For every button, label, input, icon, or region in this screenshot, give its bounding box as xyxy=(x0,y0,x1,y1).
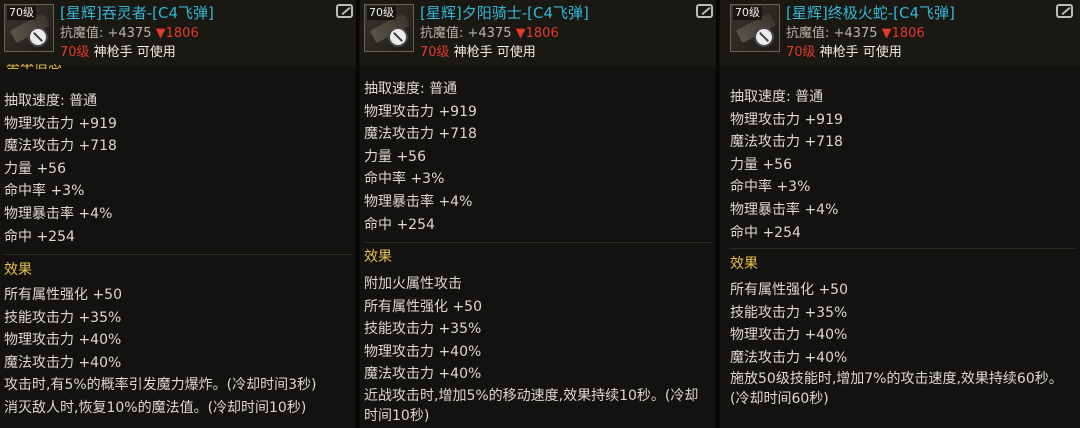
required-level: 70级 xyxy=(420,45,450,60)
effect-line: 物理攻击力 +40% xyxy=(364,343,482,360)
divider xyxy=(4,254,352,255)
stat-line: 物理暴击率 +4% xyxy=(4,205,113,222)
compare-icon[interactable] xyxy=(696,4,713,18)
stat-list: 抽取速度: 普通 物理攻击力 +919 魔法攻击力 +718 力量 +56 命中… xyxy=(364,78,712,236)
stat-line: 物理暴击率 +4% xyxy=(364,193,473,210)
prohibited-icon xyxy=(754,27,774,47)
stat-line: 力量 +56 xyxy=(730,156,792,173)
effect-title: 效果 xyxy=(4,262,32,278)
compare-icon[interactable] xyxy=(1056,4,1073,18)
tooltip-header: 70级 [星辉]终极火蛇-[C4飞弹] 抗魔值: +4375 ▼1806 70级… xyxy=(720,0,1080,66)
effect-title: 效果 xyxy=(364,249,392,265)
title-tag: [星辉] xyxy=(60,4,102,22)
effect-line: 魔法攻击力 +40% xyxy=(730,349,848,366)
stat-line: 抽取速度: 普通 xyxy=(730,89,824,105)
stat-line: 命中率 +3% xyxy=(730,179,811,196)
stat-line: 力量 +56 xyxy=(364,148,426,165)
divider xyxy=(364,242,712,243)
compare-icon[interactable] xyxy=(336,4,353,18)
tooltip-header: 70级 [星辉]夕阳骑士-[C4飞弹] 抗魔值: +4375 ▼1806 70级… xyxy=(360,0,716,66)
effect-line: 附加火属性攻击 xyxy=(364,276,462,292)
effect-list: 所有属性强化 +50 技能攻击力 +35% 物理攻击力 +40% 魔法攻击力 +… xyxy=(730,279,1074,409)
required-class: 神枪手 可使用 xyxy=(89,45,176,60)
title-name: 夕阳骑士-[C4飞弹] xyxy=(461,4,589,22)
requirement: 70级 神枪手 可使用 xyxy=(60,44,176,62)
required-class: 神枪手 可使用 xyxy=(449,45,536,60)
stat-line: 命中 +254 xyxy=(4,228,75,245)
stat-line: 物理攻击力 +919 xyxy=(730,111,843,128)
effect-line: 技能攻击力 +35% xyxy=(4,309,122,326)
section-header-cut: 基本信息 xyxy=(6,64,62,72)
stat-line: 力量 +56 xyxy=(4,160,66,177)
item-title: [星辉]吞灵者-[C4飞弹] xyxy=(60,3,214,23)
item-tooltip-3: 70级 [星辉]终极火蛇-[C4飞弹] 抗魔值: +4375 ▼1806 70级… xyxy=(720,0,1080,428)
item-icon[interactable]: 70级 xyxy=(730,4,780,52)
required-class: 神枪手 可使用 xyxy=(815,45,902,60)
resist-value: 抗魔值: +4375 ▼1806 xyxy=(420,25,559,43)
effect-line: 所有属性强化 +50 xyxy=(4,287,122,303)
effect-list: 所有属性强化 +50 技能攻击力 +35% 物理攻击力 +40% 魔法攻击力 +… xyxy=(4,284,350,420)
resist-delta: ▼1806 xyxy=(515,26,559,41)
stat-list: 抽取速度: 普通 物理攻击力 +919 魔法攻击力 +718 力量 +56 命中… xyxy=(730,86,1076,244)
resist-value: 抗魔值: +4375 ▼1806 xyxy=(60,25,199,43)
resist-value: 抗魔值: +4375 ▼1806 xyxy=(786,25,925,43)
item-icon[interactable]: 70级 xyxy=(4,4,54,52)
prohibited-icon xyxy=(28,27,48,47)
level-badge: 70级 xyxy=(367,6,396,20)
title-name: 终极火蛇-[C4飞弹] xyxy=(827,4,955,22)
divider xyxy=(730,248,1076,249)
title-tag: [星辉] xyxy=(786,4,828,22)
resist-delta: ▼1806 xyxy=(881,26,925,41)
item-tooltip-2: 70级 [星辉]夕阳骑士-[C4飞弹] 抗魔值: +4375 ▼1806 70级… xyxy=(360,0,718,428)
effect-line: 技能攻击力 +35% xyxy=(730,304,848,321)
effect-line: 物理攻击力 +40% xyxy=(730,327,848,344)
resist-label: 抗魔值: +4375 xyxy=(60,26,152,41)
stat-line: 抽取速度: 普通 xyxy=(364,81,458,97)
effect-line: 魔法攻击力 +40% xyxy=(364,366,482,383)
item-icon[interactable]: 70级 xyxy=(364,4,414,52)
effect-line: 攻击时,有5%的概率引发魔力爆炸。(冷却时间3秒) xyxy=(4,377,317,394)
effect-list: 附加火属性攻击 所有属性强化 +50 技能攻击力 +35% 物理攻击力 +40%… xyxy=(364,273,710,426)
requirement: 70级 神枪手 可使用 xyxy=(420,44,536,62)
title-tag: [星辉] xyxy=(420,4,462,22)
stat-line: 魔法攻击力 +718 xyxy=(4,138,117,155)
stat-line: 物理攻击力 +919 xyxy=(364,103,477,120)
stat-line: 物理暴击率 +4% xyxy=(730,201,839,218)
stat-line: 命中率 +3% xyxy=(364,171,445,188)
effect-line: 近战攻击时,增加5%的移动速度,效果持续10秒。(冷却时间10秒) xyxy=(364,387,699,424)
resist-label: 抗魔值: +4375 xyxy=(420,26,512,41)
item-title: [星辉]夕阳骑士-[C4飞弹] xyxy=(420,3,589,23)
stat-line: 抽取速度: 普通 xyxy=(4,93,98,109)
title-name: 吞灵者-[C4飞弹] xyxy=(101,4,214,22)
stat-line: 命中 +254 xyxy=(730,224,801,241)
stat-line: 魔法攻击力 +718 xyxy=(364,126,477,143)
effect-line: 施放50级技能时,增加7%的攻击速度,效果持续60秒。(冷却时间60秒) xyxy=(730,371,1063,408)
effect-line: 消灭敌人时,恢复10%的魔法值。(冷却时间10秒) xyxy=(4,399,307,416)
required-level: 70级 xyxy=(60,45,90,60)
effect-line: 物理攻击力 +40% xyxy=(4,332,122,349)
effect-line: 所有属性强化 +50 xyxy=(364,298,482,315)
stat-line: 物理攻击力 +919 xyxy=(4,115,117,132)
item-tooltip-1: 70级 [星辉]吞灵者-[C4飞弹] 抗魔值: +4375 ▼1806 70级 … xyxy=(0,0,358,428)
level-badge: 70级 xyxy=(733,6,762,20)
prohibited-icon xyxy=(388,27,408,47)
stat-line: 命中 +254 xyxy=(364,216,435,233)
resist-label: 抗魔值: +4375 xyxy=(786,26,878,41)
effect-title: 效果 xyxy=(730,256,758,272)
effect-line: 魔法攻击力 +40% xyxy=(4,354,122,371)
requirement: 70级 神枪手 可使用 xyxy=(786,44,902,62)
resist-delta: ▼1806 xyxy=(155,26,199,41)
effect-line: 所有属性强化 +50 xyxy=(730,282,848,298)
stat-line: 命中率 +3% xyxy=(4,183,85,200)
effect-line: 技能攻击力 +35% xyxy=(364,321,482,338)
stat-list: 抽取速度: 普通 物理攻击力 +919 魔法攻击力 +718 力量 +56 命中… xyxy=(4,90,352,248)
item-title: [星辉]终极火蛇-[C4飞弹] xyxy=(786,3,955,23)
level-badge: 70级 xyxy=(7,6,36,20)
tooltip-header: 70级 [星辉]吞灵者-[C4飞弹] 抗魔值: +4375 ▼1806 70级 … xyxy=(0,0,356,66)
required-level: 70级 xyxy=(786,45,816,60)
stat-line: 魔法攻击力 +718 xyxy=(730,134,843,151)
